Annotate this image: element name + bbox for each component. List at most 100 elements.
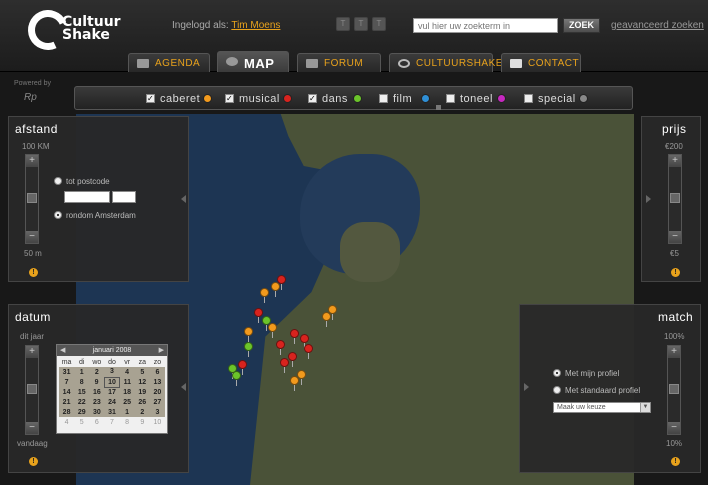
calendar-day[interactable]: 6	[149, 367, 165, 377]
afstand-slider[interactable]: + −	[25, 154, 39, 244]
map-pin[interactable]	[300, 334, 309, 349]
prijs-info-icon[interactable]: !	[671, 268, 680, 277]
checkbox-musical[interactable]: ✓	[225, 94, 234, 103]
calendar-day[interactable]: 1	[74, 367, 90, 377]
tab-agenda[interactable]: AGENDA	[128, 53, 210, 73]
afstand-minus-button[interactable]: −	[26, 231, 38, 243]
map-pin[interactable]	[244, 327, 253, 342]
user-name-link[interactable]: Tim Moens	[231, 20, 280, 31]
calendar-day[interactable]: 8	[120, 417, 135, 427]
text-size-large-button[interactable]: T	[372, 17, 386, 31]
datum-plus-button[interactable]: +	[26, 346, 38, 358]
search-input[interactable]	[413, 18, 558, 33]
calendar-day[interactable]: 11	[119, 377, 135, 387]
advanced-search-link[interactable]: geavanceerd zoeken	[611, 20, 704, 31]
radio-postcode[interactable]	[54, 177, 62, 185]
checkbox-toneel[interactable]	[446, 94, 455, 103]
calendar-day[interactable]: 7	[59, 377, 75, 387]
filter-special[interactable]: special	[524, 92, 590, 106]
afstand-slider-knob[interactable]	[27, 193, 37, 203]
calendar-day[interactable]: 15	[74, 387, 90, 397]
postcode-digits-input[interactable]	[64, 191, 110, 203]
tab-forum[interactable]: FORUM	[297, 53, 381, 73]
calendar-day[interactable]: 20	[149, 387, 165, 397]
prijs-minus-button[interactable]: −	[669, 231, 681, 243]
text-size-medium-button[interactable]: T	[354, 17, 368, 31]
tab-cultuurshake[interactable]: CULTUURSHAKE	[389, 53, 502, 73]
datum-minus-button[interactable]: −	[26, 422, 38, 434]
prijs-slider[interactable]: + −	[668, 154, 682, 244]
map-pin[interactable]	[288, 352, 297, 367]
calendar-day[interactable]: 31	[104, 407, 120, 417]
match-collapse-arrow[interactable]	[524, 383, 529, 391]
calendar-day[interactable]: 24	[104, 397, 120, 407]
map-area[interactable]: Powered by Rp ✓ caberet ✓ musical ✓ dans…	[0, 72, 708, 485]
prev-month-icon[interactable]: ◀	[60, 345, 65, 356]
filter-musical[interactable]: ✓ musical	[225, 92, 295, 106]
map-pin[interactable]	[244, 342, 253, 357]
checkbox-film[interactable]	[379, 94, 388, 103]
map-pin[interactable]	[238, 360, 247, 375]
calendar-day[interactable]: 30	[89, 407, 105, 417]
calendar-day[interactable]: 6	[89, 417, 104, 427]
calendar-day[interactable]: 29	[74, 407, 90, 417]
calendar-day[interactable]: 31	[59, 367, 75, 377]
calendar-day[interactable]: 21	[59, 397, 75, 407]
map-pin[interactable]	[276, 340, 285, 355]
calendar-day[interactable]: 9	[135, 417, 150, 427]
filter-toneel[interactable]: toneel	[446, 92, 508, 106]
calendar-day[interactable]: 7	[104, 417, 119, 427]
calendar-day[interactable]: 27	[149, 397, 165, 407]
calendar-day[interactable]: 5	[134, 367, 150, 377]
calendar-day[interactable]: 8	[74, 377, 90, 387]
calendar-day[interactable]: 17	[104, 387, 120, 397]
calendar-day[interactable]: 5	[74, 417, 89, 427]
match-minus-button[interactable]: −	[668, 422, 680, 434]
datum-collapse-arrow[interactable]	[181, 383, 186, 391]
map-pin[interactable]	[232, 371, 241, 386]
calendar-day[interactable]: 9	[89, 377, 105, 387]
match-plus-button[interactable]: +	[668, 346, 680, 358]
calendar-day[interactable]: 3	[149, 407, 165, 417]
calendar-day[interactable]: 3	[104, 367, 120, 377]
datum-slider-knob[interactable]	[27, 384, 37, 394]
filterbar-collapse-handle[interactable]	[436, 105, 441, 110]
afstand-info-icon[interactable]: !	[29, 268, 38, 277]
calendar-day[interactable]: 12	[134, 377, 150, 387]
prijs-collapse-arrow[interactable]	[646, 195, 651, 203]
radio-around-city[interactable]	[54, 211, 62, 219]
calendar-day[interactable]: 26	[134, 397, 150, 407]
checkbox-dans[interactable]: ✓	[308, 94, 317, 103]
calendar-day[interactable]: 18	[119, 387, 135, 397]
map-pin[interactable]	[268, 323, 277, 338]
datum-slider[interactable]: + −	[25, 345, 39, 435]
calendar-day[interactable]: 1	[119, 407, 135, 417]
chevron-down-icon[interactable]: ▼	[640, 403, 650, 412]
tab-map[interactable]: MAP	[217, 51, 289, 73]
calendar-day[interactable]: 25	[119, 397, 135, 407]
radio-standard-profile[interactable]	[553, 386, 561, 394]
map-pin[interactable]	[254, 308, 263, 323]
filter-dans[interactable]: ✓ dans	[308, 92, 363, 106]
postcode-letters-input[interactable]	[112, 191, 136, 203]
date-calendar[interactable]: ◀ januari 2008 ▶ ma di wo do vr za zo 31…	[56, 344, 168, 434]
map-pin[interactable]	[290, 376, 299, 391]
map-pin[interactable]	[322, 312, 331, 327]
radio-my-profile[interactable]	[553, 369, 561, 377]
calendar-day[interactable]: 28	[59, 407, 75, 417]
calendar-day[interactable]: 10	[150, 417, 165, 427]
calendar-day[interactable]: 4	[119, 367, 135, 377]
search-button[interactable]: ZOEK	[563, 18, 600, 33]
calendar-day[interactable]: 4	[59, 417, 74, 427]
checkbox-caberet[interactable]: ✓	[146, 94, 155, 103]
match-slider-knob[interactable]	[669, 384, 679, 394]
next-month-icon[interactable]: ▶	[159, 345, 164, 356]
logo[interactable]: Cultuur Shake	[22, 4, 128, 56]
calendar-day[interactable]: 2	[89, 367, 105, 377]
tab-contact[interactable]: CONTACT	[501, 53, 581, 73]
map-pin[interactable]	[290, 329, 299, 344]
calendar-day[interactable]: 14	[59, 387, 75, 397]
calendar-day[interactable]: 23	[89, 397, 105, 407]
match-info-icon[interactable]: !	[671, 457, 680, 466]
powered-by-logo[interactable]: Rp	[24, 92, 37, 103]
